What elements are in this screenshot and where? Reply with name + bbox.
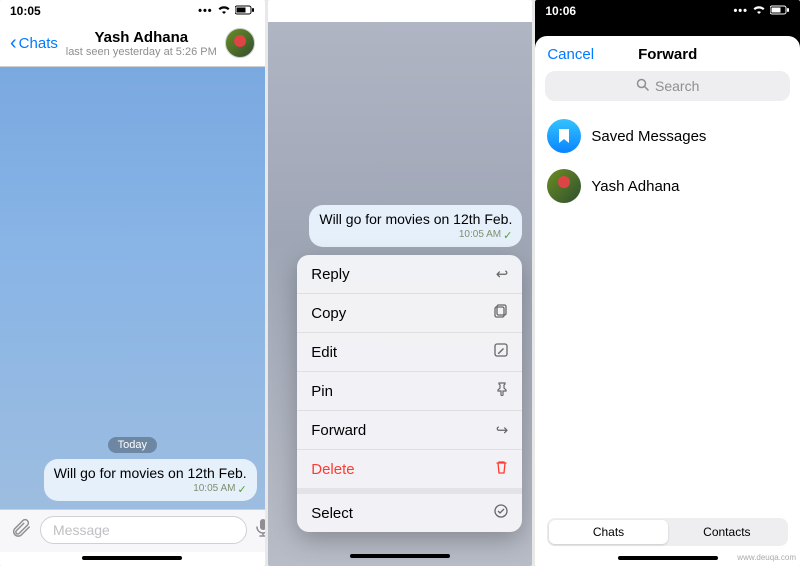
wifi-icon (752, 5, 766, 18)
menu-label: Reply (311, 266, 349, 283)
message-meta: 10:05 AM ✓ (54, 483, 247, 496)
select-icon (494, 504, 508, 522)
message-meta: 10:05 AM ✓ (319, 229, 512, 242)
status-time: 10:05 (10, 4, 41, 18)
check-icon: ✓ (503, 229, 512, 242)
message-bubble[interactable]: Will go for movies on 12th Feb. 10:05 AM… (309, 205, 522, 247)
menu-forward[interactable]: Forward ↪ (297, 411, 522, 450)
copy-icon (494, 304, 508, 322)
battery-icon (235, 5, 255, 18)
home-indicator (618, 556, 718, 560)
search-wrap: Search (535, 71, 800, 111)
search-placeholder: Search (655, 78, 699, 94)
search-icon (636, 78, 649, 94)
segment-contacts[interactable]: Contacts (668, 520, 786, 544)
list-item-label: Yash Adhana (591, 178, 679, 195)
context-menu: Reply ↩ Copy Edit Pin (297, 255, 522, 532)
sheet-header: Cancel Forward (535, 36, 800, 71)
status-right: ••• (733, 5, 790, 18)
status-right: ••• (198, 5, 255, 18)
message-text: Will go for movies on 12th Feb. (54, 465, 247, 481)
menu-label: Copy (311, 305, 346, 322)
menu-pin[interactable]: Pin (297, 372, 522, 411)
menu-label: Forward (311, 422, 366, 439)
mic-icon[interactable] (255, 518, 265, 543)
wifi-icon (217, 5, 231, 18)
attach-icon[interactable] (10, 516, 32, 544)
menu-select[interactable]: Select (297, 494, 522, 532)
message-time: 10:05 AM (459, 229, 501, 242)
avatar[interactable] (225, 28, 255, 58)
menu-label: Select (311, 505, 353, 522)
forward-sheet: Cancel Forward Search Saved Messages Yas… (535, 36, 800, 566)
date-pill: Today (108, 437, 157, 453)
forward-list: Saved Messages Yash Adhana (535, 111, 800, 510)
chat-title-wrap[interactable]: Yash Adhana last seen yesterday at 5:26 … (58, 29, 225, 58)
back-button[interactable]: ‹ Chats (10, 33, 58, 53)
edit-icon (494, 343, 508, 361)
status-bar: 10:06 ••• (535, 0, 800, 22)
chat-header: ‹ Chats Yash Adhana last seen yesterday … (0, 22, 265, 67)
menu-label: Delete (311, 461, 354, 478)
home-indicator (82, 556, 182, 560)
segmented-control: Chats Contacts (547, 518, 788, 546)
list-item-saved[interactable]: Saved Messages (535, 111, 800, 161)
trash-icon (495, 460, 508, 478)
segment-chats[interactable]: Chats (549, 520, 667, 544)
input-bar (0, 509, 265, 552)
reply-icon: ↩ (496, 265, 509, 283)
bookmark-icon (547, 119, 581, 153)
sheet-title: Forward (638, 46, 697, 63)
chat-title: Yash Adhana (58, 29, 225, 46)
forward-icon: ↪ (496, 421, 509, 439)
screen-context-menu: Will go for movies on 12th Feb. 10:05 AM… (268, 0, 533, 566)
chevron-left-icon: ‹ (10, 33, 17, 53)
chat-subtitle: last seen yesterday at 5:26 PM (58, 46, 225, 58)
home-indicator (350, 554, 450, 558)
check-icon: ✓ (237, 483, 246, 496)
message-time: 10:05 AM (193, 483, 235, 496)
menu-label: Pin (311, 383, 333, 400)
battery-icon (770, 5, 790, 18)
list-item-user[interactable]: Yash Adhana (535, 161, 800, 211)
overlay: Will go for movies on 12th Feb. 10:05 AM… (268, 22, 533, 566)
avatar (547, 169, 581, 203)
screen-forward: 10:06 ••• Cancel Forward Search (535, 0, 800, 566)
message-text: Will go for movies on 12th Feb. (319, 211, 512, 227)
status-time: 10:06 (545, 4, 576, 18)
cancel-button[interactable]: Cancel (547, 46, 594, 63)
search-input[interactable]: Search (545, 71, 790, 101)
message-bubble[interactable]: Will go for movies on 12th Feb. 10:05 AM… (44, 459, 257, 501)
chat-area[interactable]: Today Will go for movies on 12th Feb. 10… (0, 67, 265, 509)
menu-delete[interactable]: Delete (297, 450, 522, 494)
message-input[interactable] (40, 516, 247, 544)
back-label: Chats (19, 35, 58, 52)
status-bar (268, 0, 533, 22)
screen-chat: 10:05 ••• ‹ Chats Yash Adhana last seen … (0, 0, 265, 566)
cellular-icon: ••• (733, 5, 748, 17)
status-bar: 10:05 ••• (0, 0, 265, 22)
pin-icon (496, 382, 508, 400)
watermark: www.deuqa.com (737, 553, 796, 562)
menu-reply[interactable]: Reply ↩ (297, 255, 522, 294)
menu-copy[interactable]: Copy (297, 294, 522, 333)
list-item-label: Saved Messages (591, 128, 706, 145)
cellular-icon: ••• (198, 5, 213, 17)
menu-label: Edit (311, 344, 337, 361)
menu-edit[interactable]: Edit (297, 333, 522, 372)
